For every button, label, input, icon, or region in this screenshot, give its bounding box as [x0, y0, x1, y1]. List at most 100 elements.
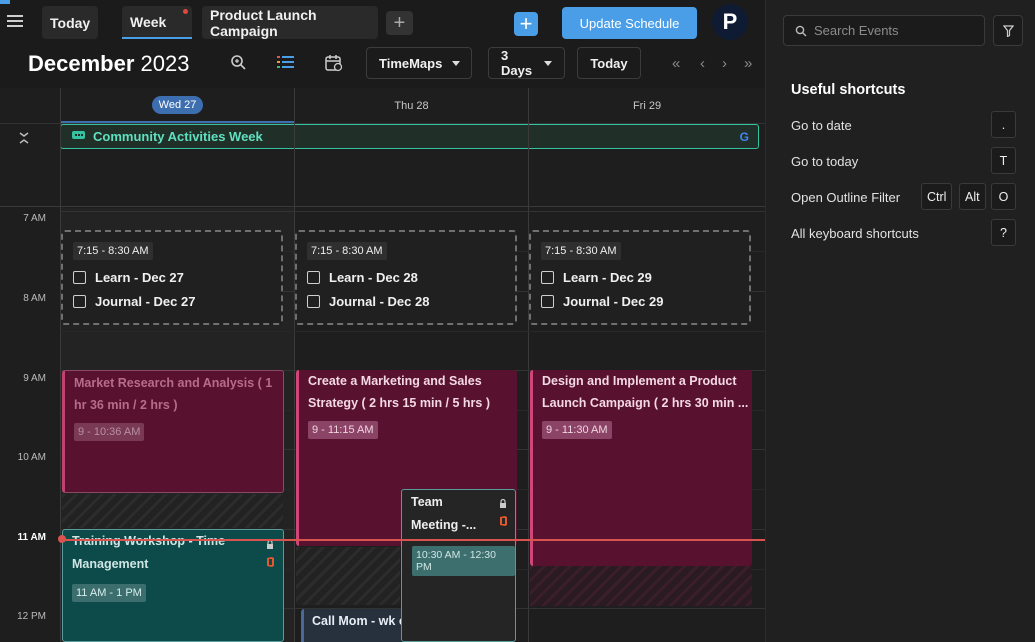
task-group[interactable]: 7:15 - 8:30 AM Learn - Dec 28 Journal - … [295, 230, 517, 325]
current-time-dot [58, 535, 66, 543]
zoom-icon[interactable] [229, 53, 249, 73]
checkbox[interactable] [73, 271, 86, 284]
collapse-icon[interactable] [17, 131, 31, 145]
tab-product-label: Product Launch Campaign [210, 6, 317, 39]
avatar[interactable]: P [712, 4, 748, 40]
checkbox[interactable] [307, 271, 320, 284]
event-title: Management [72, 557, 149, 571]
chevron-down-icon [544, 60, 552, 66]
day-label: Wed 27 [151, 95, 204, 114]
event-title: Create a Marketing and Sales [308, 374, 482, 388]
event-training-workshop[interactable]: Training Workshop - Time Management 11 A… [62, 529, 284, 642]
task-group[interactable]: 7:15 - 8:30 AM Learn - Dec 29 Journal - … [529, 230, 751, 325]
task-label: Journal - Dec 27 [95, 294, 196, 309]
calendar-view-icon[interactable] [324, 53, 344, 73]
all-day-event[interactable]: Community Activities Week G [60, 124, 759, 149]
day-header-wed[interactable]: Wed 27 [61, 88, 294, 123]
view-mode-dropdown[interactable]: TimeMaps [366, 47, 472, 79]
task-group-time: 7:15 - 8:30 AM [307, 242, 387, 260]
month-label: December [28, 51, 135, 76]
outline-list-icon[interactable] [276, 53, 296, 73]
event-title: Design and Implement a Product [542, 374, 737, 388]
day-header-thu[interactable]: Thu 28 [295, 88, 528, 123]
previous-icon[interactable]: ‹ [700, 55, 705, 72]
search-input[interactable]: Search Events [783, 15, 985, 46]
event-call-mom[interactable]: Call Mom - wk o [301, 609, 401, 642]
checkbox[interactable] [541, 295, 554, 308]
event-title: Launch Campaign ( 2 hrs 30 min ... [542, 396, 749, 410]
shortcut-key: . [991, 111, 1016, 138]
event-title: Call Mom - wk o [312, 614, 401, 628]
jump-back-icon[interactable]: « [672, 55, 680, 72]
event-title: hr 36 min / 2 hrs ) [74, 398, 178, 412]
update-schedule-button[interactable]: Update Schedule [562, 7, 697, 39]
year-label: 2023 [140, 51, 190, 76]
task-item[interactable]: Learn - Dec 27 [73, 270, 184, 285]
tab-week-label: Week [130, 13, 167, 30]
tab-today[interactable]: Today [42, 6, 99, 39]
tab-week[interactable]: Week [122, 6, 192, 39]
days-range-dropdown[interactable]: 3 Days [488, 47, 565, 79]
chevron-down-icon [452, 60, 461, 66]
grid-line [60, 331, 765, 332]
filter-button[interactable] [993, 15, 1023, 46]
task-item[interactable]: Learn - Dec 29 [541, 270, 652, 285]
menu-icon[interactable] [7, 15, 23, 29]
office-icon [267, 557, 274, 567]
event-title: Meeting -... [411, 518, 477, 532]
time-label: 7 AM [23, 213, 46, 224]
task-item[interactable]: Journal - Dec 27 [73, 294, 195, 309]
event-product-launch[interactable]: Design and Implement a Product Launch Ca… [530, 370, 752, 566]
view-mode-label: TimeMaps [379, 55, 443, 71]
tab-product-launch-campaign[interactable]: Product Launch Campaign [202, 6, 378, 39]
time-label: 9 AM [23, 373, 46, 384]
unsaved-indicator [183, 9, 188, 14]
checkbox[interactable] [73, 295, 86, 308]
all-day-event-title: Community Activities Week [93, 129, 263, 144]
task-group[interactable]: 7:15 - 8:30 AM Learn - Dec 27 Journal - … [61, 230, 283, 325]
task-item[interactable]: Learn - Dec 28 [307, 270, 418, 285]
tab-today-label: Today [50, 14, 91, 31]
grid-line [60, 88, 61, 642]
chat-icon [72, 131, 85, 139]
event-time: 9 - 11:30 AM [542, 421, 612, 439]
event-market-research[interactable]: Market Research and Analysis ( 1 hr 36 m… [62, 370, 284, 493]
task-label: Learn - Dec 29 [563, 270, 652, 285]
shortcut-label: Open Outline Filter [791, 190, 901, 205]
jump-forward-icon[interactable]: » [744, 55, 752, 72]
day-label: Fri 29 [632, 99, 662, 112]
grid-line [294, 88, 295, 642]
accent-corner [0, 0, 10, 4]
shortcut-key: ? [991, 219, 1016, 246]
shortcut-key: O [991, 183, 1016, 210]
shortcut-label: Go to date [791, 118, 852, 133]
time-label: 12 PM [17, 611, 46, 622]
search-placeholder: Search Events [814, 23, 899, 38]
task-label: Learn - Dec 28 [329, 270, 418, 285]
current-time-line [62, 539, 765, 541]
google-icon: G [739, 130, 749, 144]
checkbox[interactable] [307, 295, 320, 308]
event-team-meeting[interactable]: Team Meeting -... 10:30 AM - 12:30 PM [401, 489, 516, 642]
event-title: Team [411, 495, 443, 509]
shortcut-key: Ctrl [921, 183, 953, 210]
create-event-button[interactable]: + [514, 11, 538, 36]
today-button-label: Today [590, 55, 628, 71]
task-label: Journal - Dec 28 [329, 294, 430, 309]
add-tab-button[interactable]: + [386, 11, 413, 35]
task-item[interactable]: Journal - Dec 28 [307, 294, 429, 309]
checkbox[interactable] [541, 271, 554, 284]
task-group-time: 7:15 - 8:30 AM [73, 242, 153, 260]
page-title: December 2023 [28, 51, 189, 77]
days-range-label: 3 Days [501, 48, 533, 78]
day-header-fri[interactable]: Fri 29 [529, 88, 765, 123]
lock-icon [267, 540, 273, 549]
day-label: Thu 28 [394, 99, 429, 112]
add-tab-icon: + [393, 11, 406, 34]
lock-icon [500, 499, 506, 508]
shortcut-key: Alt [959, 183, 986, 210]
today-button[interactable]: Today [577, 47, 641, 79]
task-item[interactable]: Journal - Dec 29 [541, 294, 663, 309]
next-icon[interactable]: › [722, 55, 727, 72]
grid-line [528, 88, 529, 642]
